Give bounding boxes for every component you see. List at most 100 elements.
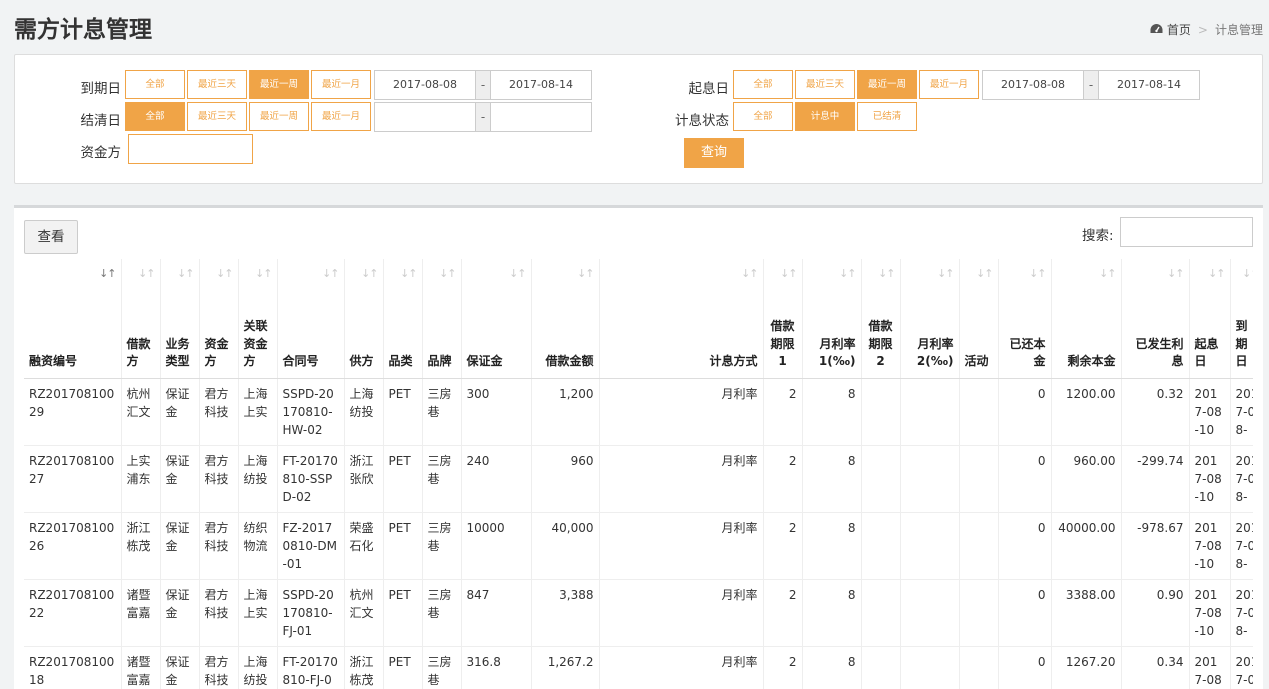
value-date-end-input[interactable]: 2017-08-14 (1099, 71, 1199, 99)
sort-icon[interactable]: ↓↑ (878, 265, 895, 283)
sort-icon[interactable]: ↓↑ (780, 265, 797, 283)
sort-icon[interactable]: ↓↑ (976, 265, 993, 283)
value-date-label: 起息日 (688, 81, 730, 97)
status-all-button[interactable]: 全部 (733, 102, 793, 131)
table-cell: 2017-08- (1230, 646, 1253, 689)
column-header[interactable]: ↓↑ 供方 (344, 259, 384, 379)
value-date-week-button[interactable]: 最近一周 (857, 70, 917, 99)
table-row[interactable]: RZ20170810022 诸暨富嘉 保证金 君方科技 上海上实 SSPD-2017081… (24, 579, 1253, 647)
sort-icon[interactable]: ↓↑ (1099, 265, 1116, 283)
query-button[interactable]: 查询 (684, 138, 744, 168)
status-settled-button[interactable]: 已结清 (857, 102, 917, 131)
sort-icon[interactable]: ↓↑ (177, 265, 194, 283)
table-cell (900, 378, 960, 446)
column-header[interactable]: ↓↑ 借款方 (121, 259, 161, 379)
sort-icon[interactable]: ↓↑ (839, 265, 856, 283)
sort-icon[interactable]: ↓↑ (361, 265, 378, 283)
column-header[interactable]: ↓↑ 已发生利息 (1121, 259, 1190, 379)
column-header[interactable]: ↓↑ 起息日 (1189, 259, 1231, 379)
sort-icon[interactable]: ↓↑ (741, 265, 758, 283)
table-cell: 2017-08- (1230, 512, 1253, 580)
due-date-week-button[interactable]: 最近一周 (249, 70, 309, 99)
table-cell: 1267.20 (1051, 646, 1122, 689)
status-accruing-button[interactable]: 计息中 (795, 102, 855, 131)
table-row[interactable]: RZ20170810027 上实浦东 保证金 君方科技 上海纺投 FT-20170810-… (24, 445, 1253, 513)
sort-icon[interactable]: ↓↑ (400, 265, 417, 283)
due-date-start-input[interactable]: 2017-08-08 (375, 71, 475, 99)
date-range-dash: - (475, 103, 491, 131)
sort-icon[interactable]: ↓↑ (255, 265, 272, 283)
column-header[interactable]: ↓↑ 月利率1(‰) (802, 259, 862, 379)
settle-date-month-button[interactable]: 最近一月 (311, 102, 371, 131)
column-header[interactable]: ↓↑ 借款期限2 (861, 259, 901, 379)
sort-icon[interactable]: ↓↑ (1208, 265, 1225, 283)
column-header[interactable]: ↓↑ 计息方式 (599, 259, 764, 379)
column-header[interactable]: ↓↑ 已还本金 (998, 259, 1052, 379)
value-date-all-button[interactable]: 全部 (733, 70, 793, 99)
table-cell: SSPD-20170810-FJ-01 (277, 579, 345, 647)
table-cell: 保证金 (160, 378, 200, 446)
settle-date-week-button[interactable]: 最近一周 (249, 102, 309, 131)
sort-icon[interactable]: ↓↑ (937, 265, 954, 283)
table-cell: 月利率 (599, 646, 764, 689)
column-header-label: 资金方 (204, 336, 229, 369)
sort-icon[interactable]: ↓↑ (1242, 265, 1253, 283)
value-date-3days-button[interactable]: 最近三天 (795, 70, 855, 99)
view-button[interactable]: 查看 (24, 220, 78, 254)
column-header[interactable]: ↓↑ 借款期限1 (763, 259, 803, 379)
sort-icon[interactable]: ↓↑ (99, 265, 116, 283)
table-cell: 1,200 (531, 378, 600, 446)
column-header[interactable]: ↓↑ 品牌 (422, 259, 462, 379)
sort-icon[interactable]: ↓↑ (509, 265, 526, 283)
table-cell: FT-20170810-FJ-01 (277, 646, 345, 689)
sort-icon[interactable]: ↓↑ (577, 265, 594, 283)
column-header-label: 合同号 (282, 354, 319, 368)
table-cell (900, 445, 960, 513)
sort-icon[interactable]: ↓↑ (216, 265, 233, 283)
value-date-month-button[interactable]: 最近一月 (919, 70, 979, 99)
table-cell: 0 (998, 579, 1052, 647)
table-cell: 月利率 (599, 579, 764, 647)
column-header[interactable]: ↓↑ 保证金 (461, 259, 532, 379)
column-header-label: 已还本金 (1009, 336, 1046, 369)
column-header[interactable]: ↓↑ 借款金额 (531, 259, 600, 379)
funder-input[interactable] (128, 134, 253, 164)
sort-icon[interactable]: ↓↑ (1167, 265, 1184, 283)
column-header[interactable]: ↓↑ 业务类型 (160, 259, 200, 379)
column-header[interactable]: ↓↑ 品类 (383, 259, 423, 379)
settle-date-3days-button[interactable]: 最近三天 (187, 102, 247, 131)
table-cell: RZ20170810022 (24, 579, 122, 647)
column-header[interactable]: ↓↑ 月利率2(‰) (900, 259, 960, 379)
table-cell (900, 512, 960, 580)
due-date-end-input[interactable]: 2017-08-14 (491, 71, 591, 99)
column-header[interactable]: ↓↑ 关联资金方 (238, 259, 278, 379)
due-date-all-button[interactable]: 全部 (125, 70, 185, 99)
column-header[interactable]: ↓↑ 剩余本金 (1051, 259, 1122, 379)
table-cell (900, 579, 960, 647)
breadcrumb-home[interactable]: 首页 (1167, 21, 1191, 38)
column-header-label: 关联资金方 (243, 319, 268, 368)
due-date-month-button[interactable]: 最近一月 (311, 70, 371, 99)
search-input[interactable] (1120, 217, 1253, 247)
settle-date-end-input[interactable] (491, 103, 591, 131)
sort-icon[interactable]: ↓↑ (1029, 265, 1046, 283)
table-row[interactable]: RZ20170810026 浙江栋茂 保证金 君方科技 纺织物流 FZ-20170810-… (24, 512, 1253, 580)
settle-date-all-button[interactable]: 全部 (125, 102, 185, 131)
column-header[interactable]: ↓↑ 资金方 (199, 259, 239, 379)
funder-label: 资金方 (80, 145, 122, 161)
sort-icon[interactable]: ↓↑ (138, 265, 155, 283)
table-cell: 8 (802, 512, 862, 580)
value-date-start-input[interactable]: 2017-08-08 (983, 71, 1083, 99)
table-cell: 纺织物流 (238, 512, 278, 580)
column-header[interactable]: ↓↑ 融资编号 (24, 259, 122, 379)
table-row[interactable]: RZ20170810029 杭州汇文 保证金 君方科技 上海上实 SSPD-2017081… (24, 378, 1253, 446)
sort-icon[interactable]: ↓↑ (322, 265, 339, 283)
table-header-row: ↓↑ 融资编号 ↓↑ 借款方 ↓↑ 业务类型 ↓↑ 资金方 ↓↑ 关联资金方 ↓↑ 合同号 ↓↑ 供方 ↓↑… (24, 259, 1253, 379)
due-date-3days-button[interactable]: 最近三天 (187, 70, 247, 99)
column-header[interactable]: ↓↑ 到期日 (1230, 259, 1253, 379)
column-header[interactable]: ↓↑ 合同号 (277, 259, 345, 379)
table-row[interactable]: RZ20170810018 诸暨富嘉 保证金 君方科技 上海纺投 FT-20170810-… (24, 646, 1253, 689)
column-header[interactable]: ↓↑ 活动 (959, 259, 999, 379)
sort-icon[interactable]: ↓↑ (439, 265, 456, 283)
settle-date-start-input[interactable] (375, 103, 475, 131)
